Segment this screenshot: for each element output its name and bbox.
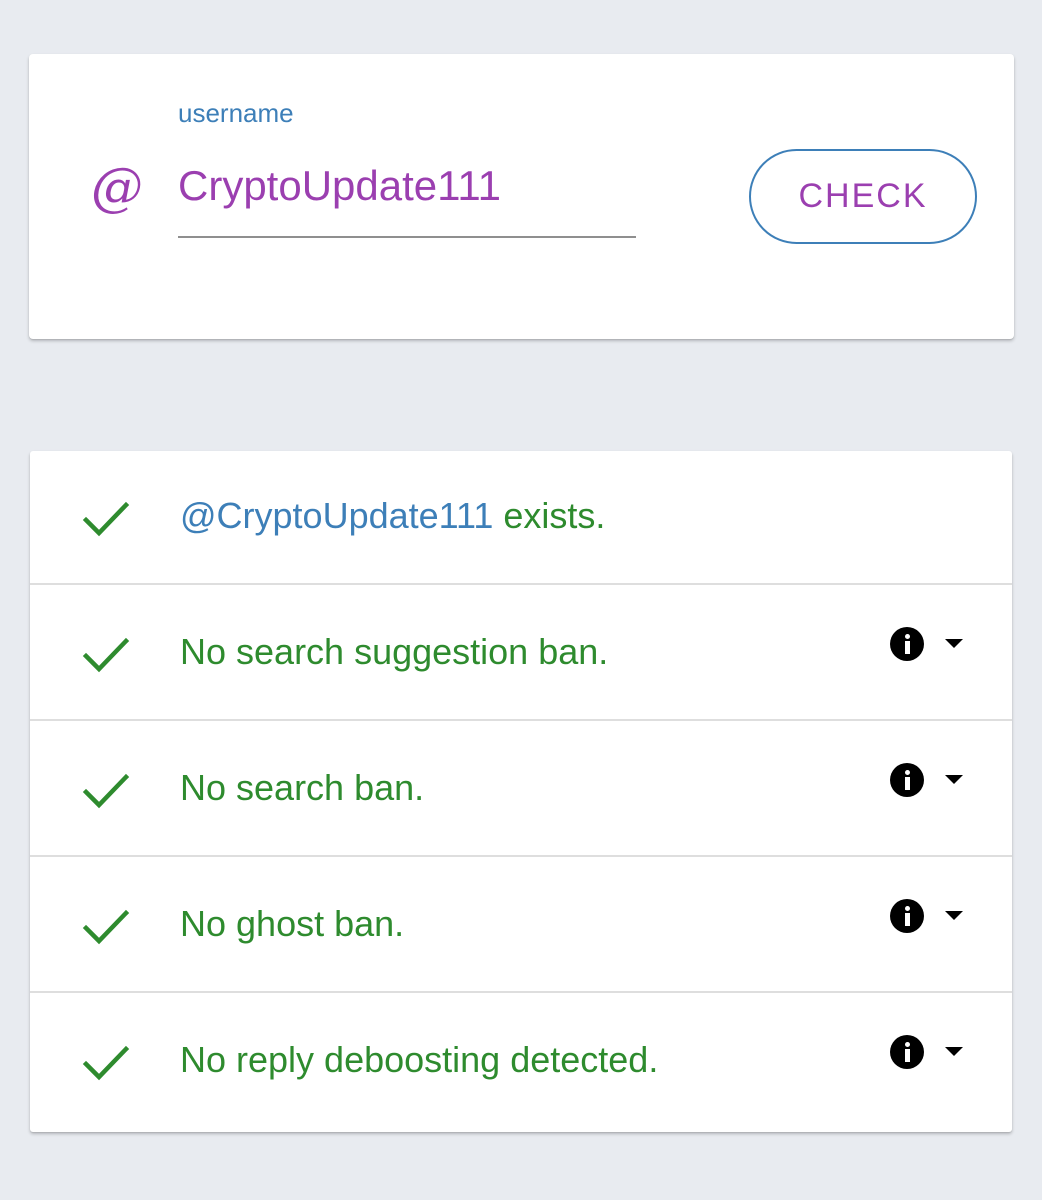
result-text-exists: @CryptoUpdate111 exists. [180,495,605,537]
result-text-reply-deboosting: No reply deboosting detected. [180,1039,659,1080]
info-icon[interactable] [890,1035,924,1069]
username-handle: @CryptoUpdate111 [180,495,494,536]
at-sign-icon: @ [91,158,143,218]
username-card: username @ CHECK [29,54,1014,339]
result-text-search-ban: No search ban. [180,767,425,808]
info-icon[interactable] [890,899,924,933]
check-button[interactable]: CHECK [749,149,977,244]
check-icon [82,1045,130,1081]
result-row-reply-deboosting: No reply deboosting detected. [30,995,1012,1129]
caret-down-icon[interactable] [945,1047,963,1056]
check-icon [82,501,130,537]
result-row-ghost-ban: No ghost ban. [30,859,1012,993]
caret-down-icon[interactable] [945,911,963,920]
check-icon [82,637,130,673]
result-text-search-suggestion-ban: No search suggestion ban. [180,631,609,672]
exists-text: exists. [493,495,606,536]
results-card: @CryptoUpdate111 exists. No search sugge… [30,451,1012,1132]
info-icon[interactable] [890,763,924,797]
username-input[interactable] [178,158,636,238]
result-row-search-ban: No search ban. [30,723,1012,857]
check-icon [82,909,130,945]
result-row-exists: @CryptoUpdate111 exists. [30,451,1012,585]
username-field-label: username [178,98,294,128]
check-icon [82,773,130,809]
info-icon[interactable] [890,627,924,661]
result-text-ghost-ban: No ghost ban. [180,903,405,944]
caret-down-icon[interactable] [945,639,963,648]
caret-down-icon[interactable] [945,775,963,784]
result-row-search-suggestion-ban: No search suggestion ban. [30,587,1012,721]
